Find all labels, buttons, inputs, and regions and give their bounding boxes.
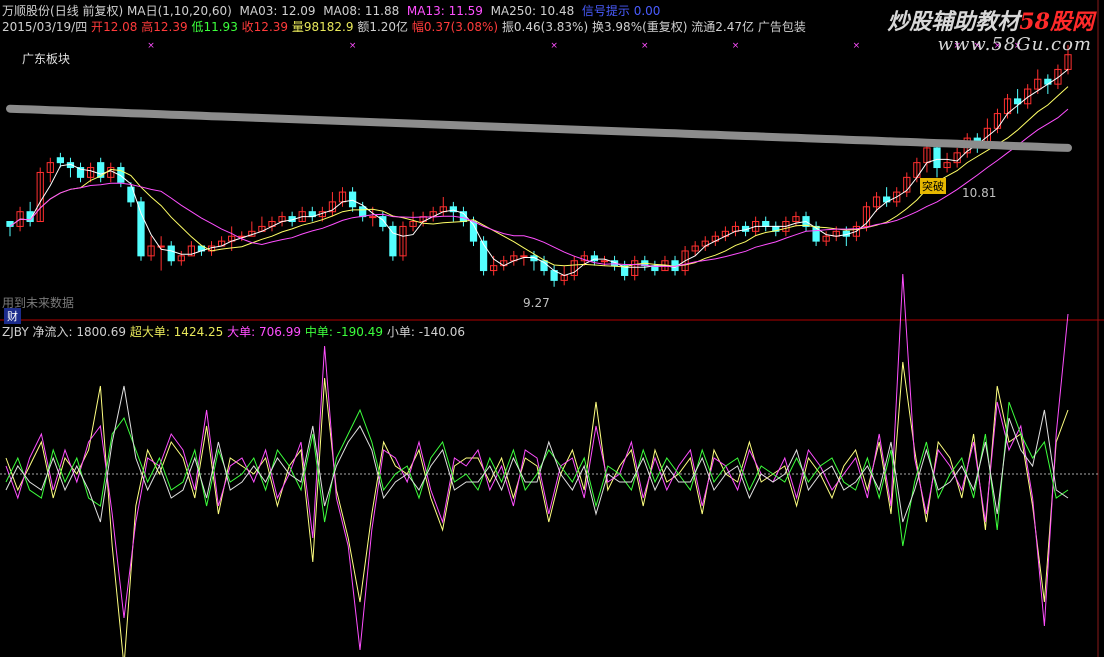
- candle-down: [933, 147, 941, 169]
- sector-label[interactable]: 广东板块: [22, 50, 70, 67]
- ma-params: MA日(1,10,20,60): [127, 4, 232, 18]
- breakout-tag: 突破: [920, 178, 946, 194]
- stock-name[interactable]: 万顺股份: [2, 4, 50, 18]
- watermark-url: www.58Gu.com: [937, 34, 1092, 55]
- period-label: (日线 前复权): [50, 4, 124, 18]
- candle-down: [762, 221, 770, 227]
- change-label: 幅: [411, 20, 424, 34]
- flow-line: [5, 361, 1069, 657]
- moving-average-lines: [6, 69, 1072, 277]
- signal-marker: ×: [550, 41, 558, 51]
- close-value: 12.39: [253, 20, 289, 34]
- float-value: 流通2.47亿: [691, 20, 755, 34]
- indicator-name[interactable]: ZJBY: [2, 325, 29, 339]
- quote-date: 2015/03/19/四: [2, 20, 88, 34]
- signal-value: 信号提示 0.00: [581, 4, 661, 18]
- large-value: 706.99: [258, 325, 301, 339]
- low-value: 11.93: [203, 20, 238, 34]
- price-annotation: 10.81: [962, 186, 997, 200]
- amplitude-value: 振0.46(3.83%): [501, 20, 589, 34]
- quote-line: 2015/03/19/四 开12.08 高12.39 低11.93 收12.39…: [2, 18, 806, 35]
- close-label: 收: [241, 20, 254, 34]
- signal-marker: ×: [147, 41, 155, 51]
- medium-value: -190.49: [336, 325, 383, 339]
- candle-down: [359, 206, 367, 218]
- ma08-value: MA08: 11.88: [323, 4, 400, 18]
- turnover-value: 换3.98%(重复权): [591, 20, 688, 34]
- net-label: 净流入:: [32, 325, 77, 339]
- super-value: 1424.25: [173, 325, 224, 339]
- candle-down: [348, 191, 357, 208]
- candle-down: [56, 157, 65, 164]
- medium-label: 中单:: [304, 325, 337, 339]
- amount-value: 额1.20亿: [357, 20, 409, 34]
- signal-marker: ×: [641, 41, 649, 51]
- ma-line: [9, 69, 1069, 277]
- ma250-value: MA250: 10.48: [490, 4, 575, 18]
- candle-down: [167, 245, 175, 262]
- ma03-value: MA03: 12.09: [239, 4, 316, 18]
- candle-up: [600, 260, 609, 263]
- candle-up: [369, 216, 377, 219]
- ma250-line: [6, 104, 1072, 152]
- high-value: 12.39: [153, 20, 188, 34]
- open-value: 12.08: [103, 20, 138, 34]
- candle-up: [520, 255, 528, 258]
- signal-markers: × × × × × × × × × ×: [147, 41, 1021, 51]
- small-value: -140.06: [418, 325, 466, 339]
- signal-marker: ×: [853, 41, 861, 51]
- watermark-brand: 58股网: [1019, 9, 1094, 35]
- high-label: 高: [141, 20, 154, 34]
- net-value: 1800.69: [76, 325, 126, 339]
- volume-value: 量98182.9: [291, 20, 354, 34]
- ma13-value: MA13: 11.59: [406, 4, 483, 18]
- super-label: 超大单:: [129, 325, 174, 339]
- small-label: 小单:: [386, 325, 419, 339]
- signal-marker: ×: [349, 41, 357, 51]
- watermark-logo: 炒股辅助教材58股网: [887, 4, 1094, 36]
- large-label: 大单:: [227, 325, 259, 339]
- change-value: 0.37(3.08%): [423, 20, 499, 34]
- indicator-header: ZJBY 净流入: 1800.69 超大单: 1424.25 大单: 706.9…: [2, 323, 465, 340]
- industry-value[interactable]: 广告包装: [758, 20, 806, 34]
- candle-down: [1044, 78, 1052, 85]
- period-low-label: 9.27: [523, 296, 550, 310]
- chart-header: 万顺股份(日线 前复权) MA日(1,10,20,60) MA03: 12.09…: [2, 2, 660, 19]
- open-label: 开: [91, 20, 104, 34]
- low-label: 低: [191, 20, 204, 34]
- candle-down: [137, 201, 145, 257]
- signal-marker: ×: [732, 41, 740, 51]
- finance-badge[interactable]: 财: [4, 308, 21, 324]
- candle-down: [479, 240, 488, 272]
- candle-down: [6, 221, 14, 227]
- watermark-text: 炒股辅助教材: [887, 9, 1020, 35]
